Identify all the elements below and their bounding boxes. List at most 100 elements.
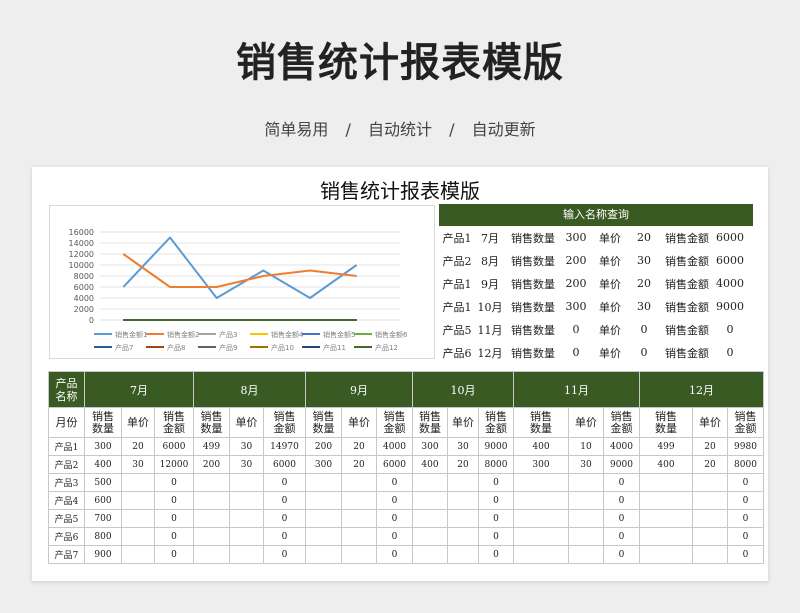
query-rows: 产品1 7月 销售数量 300 单价 20 销售金额 6000 产品2 8月 销售数量 200 单价 30…	[439, 226, 753, 364]
table-cell	[513, 509, 569, 528]
query-cell-price: 20	[637, 231, 651, 244]
table-cell: 300	[513, 455, 569, 474]
table-cell: 0	[376, 491, 413, 510]
table-cell: 20	[341, 437, 377, 456]
table-cell	[305, 527, 342, 546]
table-cell	[229, 527, 264, 546]
column-header: 销售 金额	[727, 407, 764, 438]
query-cell-price: 0	[640, 323, 648, 336]
table-cell: 0	[478, 491, 514, 510]
row-name: 产品5	[48, 509, 85, 528]
table-cell: 499	[639, 437, 693, 456]
query-panel: 输入名称查询 产品1 7月 销售数量 300 单价 20 销售金额 6000 产品2 8月 销售数量…	[439, 204, 753, 364]
table-cell	[193, 545, 230, 564]
table-cell: 200	[193, 455, 230, 474]
series-line-2	[122, 253, 357, 288]
table-cell: 6000	[376, 455, 413, 474]
month-header: 11月	[513, 371, 640, 408]
table-cell	[513, 473, 569, 492]
query-header[interactable]: 输入名称查询	[439, 204, 753, 226]
y-tick-label: 10000	[69, 261, 94, 270]
legend-label: 产品9	[219, 343, 237, 352]
line-chart: 16000 14000 12000 10000 8000 6000 4000 2000 0 销售金…	[49, 205, 435, 359]
table-row: 产品2 400 30 12000 200 30 6000 300 20 6000 400 20 8000…	[48, 455, 764, 474]
table-cell: 0	[603, 509, 640, 528]
table-cell	[121, 545, 155, 564]
table-subheader-row: 月份 销售 数量 单价 销售 金额 销售 数量 单价 销售 金额 销售 数量 单价 销售 金额 销售…	[48, 407, 764, 438]
table-cell: 4000	[376, 437, 413, 456]
y-tick-label: 8000	[74, 272, 94, 281]
row-name: 产品4	[48, 491, 85, 510]
table-cell	[229, 509, 264, 528]
table-cell	[229, 491, 264, 510]
legend-label: 销售金额2	[167, 330, 199, 339]
table-cell	[568, 527, 604, 546]
table-cell: 0	[478, 527, 514, 546]
table-cell: 9000	[478, 437, 514, 456]
table-cell	[305, 491, 342, 510]
table-cell	[447, 491, 479, 510]
column-header: 单价	[447, 407, 479, 438]
legend-label: 产品3	[219, 330, 237, 339]
column-header: 单价	[568, 407, 604, 438]
table-cell: 0	[727, 509, 764, 528]
query-cell-month: 12月	[477, 346, 503, 360]
y-tick-label: 14000	[69, 239, 94, 248]
legend-label: 产品7	[115, 343, 133, 352]
query-row: 产品1 7月 销售数量 300 单价 20 销售金额 6000	[439, 226, 753, 249]
legend-label: 销售金额5	[323, 330, 355, 339]
legend-label: 销售金额4	[271, 330, 304, 339]
query-cell-product: 产品1	[442, 300, 472, 314]
table-cell: 6000	[154, 437, 194, 456]
subtitle-separator: /	[345, 120, 351, 139]
chart-svg: 16000 14000 12000 10000 8000 6000 4000 2000 0 销售金…	[69, 228, 408, 352]
y-tick-label: 12000	[69, 250, 94, 259]
query-cell-product: 产品1	[442, 231, 472, 245]
column-header: 销售 数量	[639, 407, 693, 438]
query-cell-price-label: 单价	[599, 323, 621, 337]
page-title: 销售统计报表模版	[236, 40, 564, 86]
table-cell: 6000	[263, 455, 306, 474]
query-cell-qty-label: 销售数量	[511, 323, 555, 337]
query-cell-product: 产品6	[442, 346, 472, 360]
table-cell	[341, 473, 377, 492]
legend-label: 产品8	[167, 343, 185, 352]
table-cell: 0	[376, 473, 413, 492]
row-name: 产品1	[48, 437, 85, 456]
table-cell	[513, 491, 569, 510]
row-name: 产品3	[48, 473, 85, 492]
column-header: 单价	[229, 407, 264, 438]
table-cell: 0	[263, 545, 306, 564]
legend-label: 产品12	[375, 343, 398, 352]
table-cell: 900	[84, 545, 122, 564]
table-cell: 400	[412, 455, 448, 474]
query-cell-amount: 6000	[716, 254, 744, 267]
query-cell-product: 产品1	[442, 277, 472, 291]
table-cell: 0	[376, 527, 413, 546]
corner-label: 产品 名称	[48, 371, 85, 408]
query-cell-amount: 9000	[716, 300, 744, 313]
table-cell: 0	[603, 473, 640, 492]
table-cell	[692, 527, 728, 546]
table-cell: 0	[727, 473, 764, 492]
series-line-1	[122, 236, 358, 299]
row-name: 产品7	[48, 545, 85, 564]
query-cell-price-label: 单价	[599, 346, 621, 360]
table-cell: 400	[84, 455, 122, 474]
table-cell	[341, 545, 377, 564]
column-header: 销售 数量	[305, 407, 342, 438]
table-cell: 0	[154, 473, 194, 492]
table-cell: 14970	[263, 437, 306, 456]
table-header-row: 产品 名称 7月 8月 9月 10月 11月 12月	[48, 371, 764, 408]
query-cell-amount-label: 销售金额	[665, 254, 709, 268]
table-cell	[193, 473, 230, 492]
table-cell: 8000	[478, 455, 514, 474]
month-header: 9月	[305, 371, 413, 408]
query-cell-qty: 300	[565, 231, 587, 244]
table-cell	[412, 473, 448, 492]
query-cell-qty-label: 销售数量	[511, 231, 555, 245]
table-row: 产品4 600 0 0 0 0 0 0	[48, 491, 764, 510]
column-header: 销售 金额	[603, 407, 640, 438]
spreadsheet-preview: 销售统计报表模版 16000 14000 12000 10000 8000 6000 400…	[32, 167, 768, 581]
table-cell	[639, 473, 693, 492]
